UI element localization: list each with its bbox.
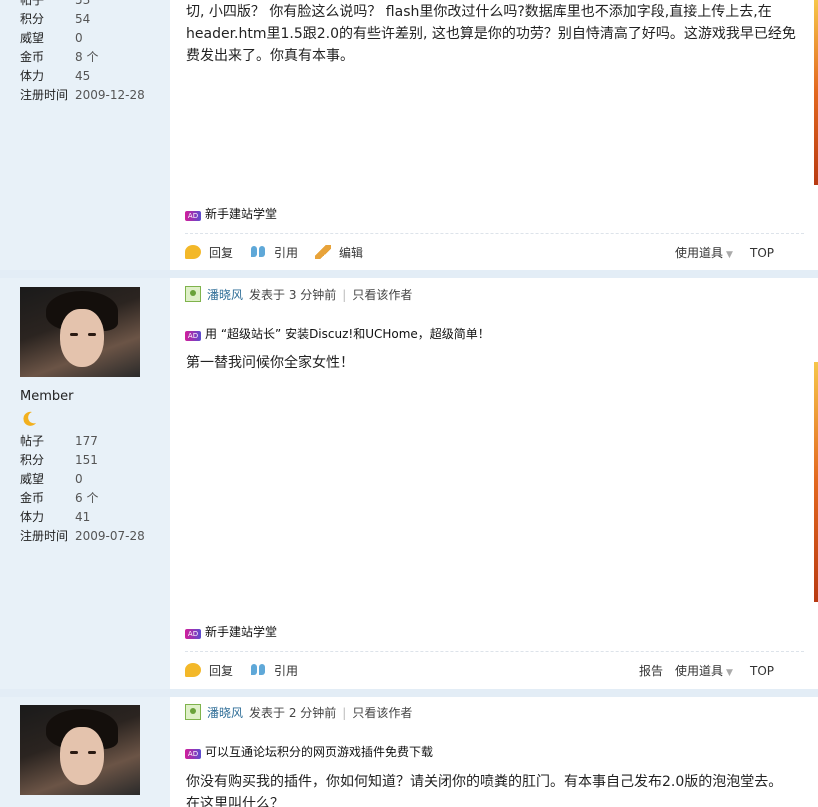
thread-view: 帖子 53 积分 54 威望 0 金币 8 个 体力 45 注册时间 2009-12-28 … xyxy=(0,0,818,807)
chevron-down-icon: ▼ xyxy=(726,668,733,678)
post-2-body: 第一替我问候你全家女性！ xyxy=(186,355,354,371)
user-online-icon xyxy=(185,704,201,720)
post-2-ad-link[interactable]: AD 新手建站学堂 xyxy=(185,623,277,641)
reply-button[interactable]: 回复 xyxy=(185,243,233,263)
report-button[interactable]: 报告 xyxy=(639,661,663,681)
stat-row: 威望 0 xyxy=(20,472,83,486)
stat-row: 帖子 53 xyxy=(20,0,91,7)
quote-icon xyxy=(250,663,266,677)
stat-row: 体力 41 xyxy=(20,510,91,524)
post-1-actions: 回复 引用 编辑 使用道具 ▼ TOP xyxy=(185,243,818,263)
stat-row: 积分54 xyxy=(20,12,91,26)
stat-row: 金币 8 个 xyxy=(20,50,99,64)
post-2-ad-top-link[interactable]: AD 用 “超级站长” 安装Discuz!和UCHome，超级简单！ xyxy=(185,325,490,343)
post-separator xyxy=(0,270,818,278)
post-3-meta: 潘晓风 发表于 2 分钟前 | 只看该作者 xyxy=(185,704,412,722)
divider: | xyxy=(342,706,347,720)
post-3-body: 你没有购买我的插件，你如何知道？请关闭你的喷粪的肛门。有本事自己发布2.0版的泡… xyxy=(186,774,783,807)
stat-row: 威望 0 xyxy=(20,31,83,45)
divider xyxy=(185,651,804,652)
use-tools-menu[interactable]: 使用道具 ▼ xyxy=(675,243,733,265)
divider xyxy=(185,233,804,234)
post-2-author-link[interactable]: 潘晓风 xyxy=(207,288,243,302)
ad-icon: AD xyxy=(185,629,201,639)
reply-icon xyxy=(185,245,201,259)
only-author-link[interactable]: 只看该作者 xyxy=(352,288,412,302)
stat-row: 注册时间 2009-07-28 xyxy=(20,529,145,543)
post-time: 发表于 3 分钟前 xyxy=(249,288,337,302)
pencil-icon xyxy=(315,245,331,259)
post-3-ad-top-link[interactable]: AD 可以互通论坛积分的网页游戏插件免费下载 xyxy=(185,743,433,761)
top-link[interactable]: TOP xyxy=(750,243,774,263)
user-online-icon xyxy=(185,286,201,302)
post-3-author-link[interactable]: 潘晓风 xyxy=(207,706,243,720)
post-1-author-stats: 帖子 53 积分 54 威望 0 金币 8 个 体力 45 注册时间 2009-12-28 xyxy=(20,0,145,105)
post-1-ad-link[interactable]: AD 新手建站学堂 xyxy=(185,205,277,223)
post-separator xyxy=(0,689,818,697)
reply-icon xyxy=(185,663,201,677)
chevron-down-icon: ▼ xyxy=(726,250,733,260)
scroll-accent xyxy=(814,0,818,185)
scroll-accent xyxy=(814,362,818,602)
only-author-link[interactable]: 只看该作者 xyxy=(352,706,412,720)
moon-icon xyxy=(23,411,36,426)
stat-row: 注册时间 2009-12-28 xyxy=(20,88,145,102)
post-2-actions: 回复 引用 报告 使用道具 ▼ TOP xyxy=(185,661,818,681)
divider: | xyxy=(342,288,347,302)
post-1-body: 切, 小四版？ 你有脸这么说吗？ flash里你改过什么吗?数据库里也不添加字段… xyxy=(186,4,796,64)
stat-row: 体力 45 xyxy=(20,69,91,83)
use-tools-menu[interactable]: 使用道具 ▼ xyxy=(675,661,733,683)
stat-row: 积分 151 xyxy=(20,453,98,467)
post-2-meta: 潘晓风 发表于 3 分钟前 | 只看该作者 xyxy=(185,286,412,304)
ad-icon: AD xyxy=(185,749,201,759)
ad-icon: AD xyxy=(185,211,201,221)
quote-icon xyxy=(250,245,266,259)
post-time: 发表于 2 分钟前 xyxy=(249,706,337,720)
reply-button[interactable]: 回复 xyxy=(185,661,233,681)
post-2-avatar[interactable] xyxy=(20,287,140,377)
edit-button[interactable]: 编辑 xyxy=(315,243,363,263)
post-2-user-rank: Member xyxy=(20,389,74,404)
quote-button[interactable]: 引用 xyxy=(250,661,298,681)
quote-button[interactable]: 引用 xyxy=(250,243,298,263)
stat-row: 金币 6 个 xyxy=(20,491,99,505)
ad-icon: AD xyxy=(185,331,201,341)
post-3-avatar[interactable] xyxy=(20,705,140,795)
stat-row: 帖子 177 xyxy=(20,434,98,448)
post-2-author-stats: 帖子 177 积分 151 威望 0 金币 6 个 体力 41 注册时间 2009-07-2… xyxy=(20,432,145,546)
top-link[interactable]: TOP xyxy=(750,661,774,681)
